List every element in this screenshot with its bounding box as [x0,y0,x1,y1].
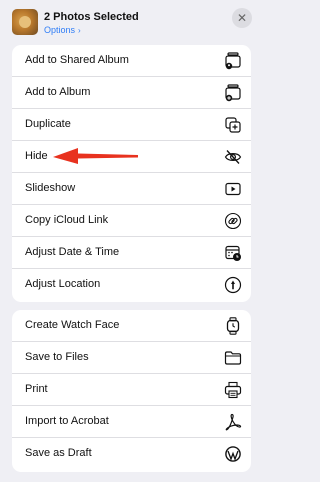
menu-item-label: Print [25,383,48,395]
duplicate-icon [225,117,241,133]
selected-photo-thumbnail [12,9,38,35]
menu-item-slideshow[interactable]: Slideshow [12,173,251,205]
sheet-header: 2 Photos Selected Options › ✕ [0,0,263,40]
slideshow-play-icon [225,182,241,196]
hide-eye-slash-icon [224,150,242,164]
menu-item-import-to-acrobat[interactable]: Import to Acrobat [12,406,251,438]
watch-icon [226,317,240,335]
wordpress-icon [225,446,241,462]
menu-item-label: Add to Shared Album [25,54,129,66]
menu-item-save-to-files[interactable]: Save to Files [12,342,251,374]
menu-item-label: Save to Files [25,351,89,363]
menu-item-label: Create Watch Face [25,319,120,331]
annotation-arrow [53,148,138,164]
location-info-icon [224,276,242,294]
menu-item-adjust-date-time[interactable]: Adjust Date & Time [12,237,251,269]
menu-item-label: Duplicate [25,118,71,130]
menu-item-copy-icloud-link[interactable]: Copy iCloud Link [12,205,251,237]
album-add-icon [225,84,241,102]
menu-item-label: Adjust Date & Time [25,246,120,258]
selection-title: 2 Photos Selected [44,11,139,23]
menu-item-label: Slideshow [25,182,76,194]
options-link[interactable]: Options › [44,25,81,35]
folder-icon [224,351,242,365]
menu-item-print[interactable]: Print [12,374,251,406]
menu-item-label: Add to Album [25,86,91,98]
shared-album-icon [225,52,241,70]
menu-item-adjust-location[interactable]: Adjust Location [12,269,251,301]
menu-item-duplicate[interactable]: Duplicate [12,109,251,141]
menu-item-label: Save as Draft [25,447,92,459]
printer-icon [224,381,242,399]
chevron-right-icon: › [78,26,81,35]
acrobat-icon [225,413,242,431]
menu-item-label: Hide [25,150,48,162]
close-button[interactable]: ✕ [232,8,252,28]
menu-item-label: Import to Acrobat [25,415,109,427]
actions-group-secondary: Create Watch Face Save to Files Print Im… [12,310,251,472]
menu-item-add-to-album[interactable]: Add to Album [12,77,251,109]
link-icon [224,212,242,230]
options-label: Options [44,25,76,35]
menu-item-create-watch-face[interactable]: Create Watch Face [12,310,251,342]
menu-item-add-to-shared-album[interactable]: Add to Shared Album [12,45,251,77]
menu-item-label: Adjust Location [25,278,101,290]
menu-item-label: Copy iCloud Link [25,214,109,226]
menu-item-save-as-draft[interactable]: Save as Draft [12,438,251,470]
actions-group-primary: Add to Shared Album Add to Album Duplica… [12,45,251,302]
calendar-clock-icon [225,245,241,261]
